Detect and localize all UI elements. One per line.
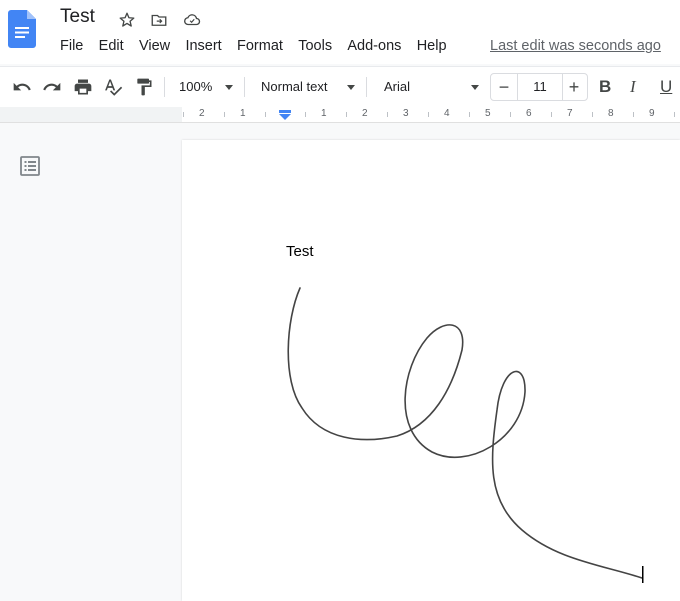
toolbar-divider	[366, 77, 367, 97]
cloud-saved-icon[interactable]	[182, 10, 202, 30]
ruler-label: 9	[649, 108, 655, 119]
menu-format[interactable]: Format	[237, 38, 283, 54]
font-select[interactable]: Arial	[384, 79, 410, 94]
last-edit-link[interactable]: Last edit was seconds ago	[490, 38, 661, 54]
ruler-label: 1	[240, 108, 246, 119]
ruler-tick	[469, 112, 470, 117]
menu-add-ons[interactable]: Add-ons	[347, 38, 401, 54]
ruler-label: 4	[444, 108, 450, 119]
menu-edit[interactable]: Edit	[99, 38, 124, 54]
font-size-stepper: − 11 +	[490, 73, 588, 101]
ruler-tick	[633, 112, 634, 117]
toolbar-divider	[244, 77, 245, 97]
ruler-tick	[551, 112, 552, 117]
move-to-folder-icon[interactable]	[149, 10, 169, 30]
zoom-select[interactable]: 100%	[179, 79, 212, 94]
increase-font-size-button[interactable]: +	[561, 74, 587, 100]
ruler-label: 8	[608, 108, 614, 119]
indent-marker-icon[interactable]	[279, 110, 291, 120]
spellcheck-icon[interactable]	[103, 77, 123, 97]
ruler-label: 2	[362, 108, 368, 119]
ruler-tick	[592, 112, 593, 117]
ruler-label: 7	[567, 108, 573, 119]
text-cursor	[642, 566, 644, 583]
italic-button[interactable]: I	[630, 77, 636, 97]
print-icon[interactable]	[73, 77, 93, 97]
ruler-label: 1	[321, 108, 327, 119]
toolbar-divider	[164, 77, 165, 97]
undo-icon[interactable]	[12, 77, 32, 97]
ruler-label: 3	[403, 108, 409, 119]
menu-insert[interactable]: Insert	[185, 38, 221, 54]
menu-view[interactable]: View	[139, 38, 170, 54]
menu-tools[interactable]: Tools	[298, 38, 332, 54]
scribble-stroke	[287, 287, 643, 579]
google-docs-icon[interactable]	[8, 10, 36, 48]
ruler-tick	[265, 112, 266, 117]
document-outline-icon[interactable]	[19, 155, 41, 177]
style-select[interactable]: Normal text	[261, 79, 327, 94]
ruler-tick	[224, 112, 225, 117]
ruler-tick	[387, 112, 388, 117]
ruler-tick	[674, 112, 675, 117]
decrease-font-size-button[interactable]: −	[491, 74, 517, 100]
document-title[interactable]: Test	[60, 6, 95, 28]
chevron-down-icon[interactable]	[471, 85, 479, 90]
ruler-tick	[305, 112, 306, 117]
ruler-label: 2	[199, 108, 205, 119]
underline-button[interactable]: U	[660, 77, 672, 97]
ruler-label: 6	[526, 108, 532, 119]
menu-bar: File Edit View Insert Format Tools Add-o…	[60, 38, 462, 54]
title-bar: Test File Edit View Insert Format Tools …	[0, 0, 680, 64]
ruler-page-area	[182, 107, 680, 122]
bold-button[interactable]: B	[599, 77, 611, 97]
menu-file[interactable]: File	[60, 38, 83, 54]
ruler-tick	[183, 112, 184, 117]
freehand-drawing[interactable]	[182, 140, 680, 601]
ruler-label: 5	[485, 108, 491, 119]
font-size-input[interactable]: 11	[517, 74, 563, 100]
chevron-down-icon[interactable]	[225, 85, 233, 90]
star-icon[interactable]	[117, 10, 137, 30]
menu-help[interactable]: Help	[417, 38, 447, 54]
ruler-tick	[346, 112, 347, 117]
document-page[interactable]: Test	[182, 140, 680, 601]
ruler-tick	[510, 112, 511, 117]
ruler-tick	[428, 112, 429, 117]
horizontal-ruler[interactable]: 2 1 1 2 3 4 5 6 7 8 9	[0, 107, 680, 123]
redo-icon[interactable]	[42, 77, 62, 97]
chevron-down-icon[interactable]	[347, 85, 355, 90]
paint-format-icon[interactable]	[134, 77, 154, 97]
